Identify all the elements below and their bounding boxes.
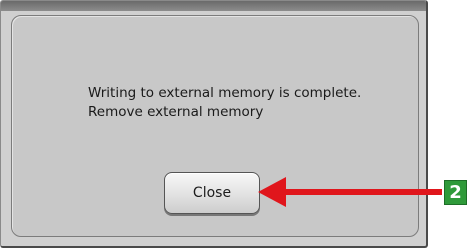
step-number-badge: 2 (444, 180, 467, 205)
callout-arrow-icon (258, 177, 442, 207)
dialog-title-bar (1, 1, 426, 11)
close-button[interactable]: Close (164, 172, 260, 214)
dialog-message-line-1: Writing to external memory is complete. (88, 85, 362, 101)
dialog-message: Writing to external memory is complete. … (88, 84, 361, 122)
dialog-message-line-2: Remove external memory (88, 104, 264, 120)
dialog-window: Writing to external memory is complete. … (0, 0, 428, 248)
